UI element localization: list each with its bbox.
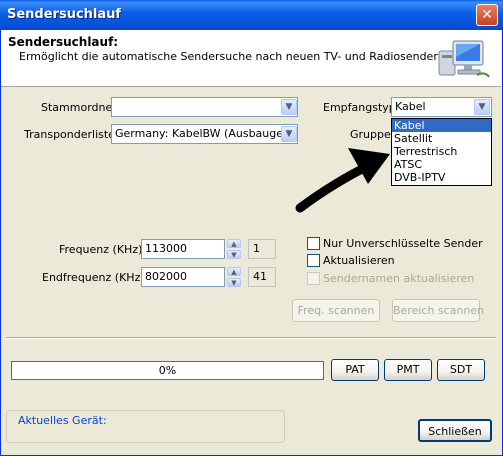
dropdown-option-atsc[interactable]: ATSC — [392, 158, 491, 171]
stammordner-dropdown-button[interactable]: ▼ — [281, 99, 297, 115]
close-button[interactable]: Schließen — [418, 419, 492, 442]
sendernamen-label: Sendernamen aktualisieren — [323, 272, 475, 285]
dropdown-option-satellit[interactable]: Satellit — [392, 132, 491, 145]
sdt-button[interactable]: SDT — [437, 359, 485, 381]
computer-network-icon — [438, 40, 490, 78]
frequenz-input[interactable]: 113000 — [141, 239, 225, 259]
spin-up-icon[interactable]: ▲ — [227, 239, 241, 248]
frequenz-spinner[interactable]: ▲ ▼ — [227, 239, 241, 259]
empfangstyp-label: Empfangstyp — [323, 101, 396, 114]
endfrequenz-label: Endfrequenz (KHz) — [42, 271, 145, 284]
transponder-combo[interactable]: Germany: KabelBW (Ausbaugebiet — [111, 124, 298, 144]
frequenz-index: 1 — [248, 239, 276, 259]
unverschluesselt-checkbox[interactable] — [307, 237, 320, 250]
spin-down-icon[interactable]: ▼ — [227, 278, 241, 287]
header-title: Sendersuchlauf: — [8, 35, 119, 49]
header-panel: Sendersuchlauf: Ermöglicht die automatis… — [1, 30, 501, 87]
separator — [6, 337, 496, 339]
aktualisieren-label: Aktualisieren — [323, 254, 395, 267]
progress-text: 0% — [158, 364, 177, 377]
empfangstyp-dropdown-button[interactable]: ▼ — [474, 99, 490, 115]
frequenz-label: Frequenz (KHz) — [59, 243, 143, 256]
dropdown-option-terrestrisch[interactable]: Terrestrisch — [392, 145, 491, 158]
unverschluesselt-label: Nur Unverschlüsselte Sender — [323, 237, 483, 250]
dropdown-option-dvb-iptv[interactable]: DVB-IPTV — [392, 171, 491, 184]
freq-scan-button[interactable]: Freq. scannen — [292, 299, 380, 322]
header-description: Ermöglicht die automatische Sendersuche … — [19, 50, 449, 63]
scan-progress-bar: 0% — [11, 361, 324, 380]
range-scan-button[interactable]: Bereich scannen — [392, 299, 484, 322]
frequenz-value: 113000 — [145, 242, 187, 255]
window-close-button[interactable]: ✕ — [476, 4, 498, 26]
annotation-arrow-icon — [295, 148, 390, 213]
dropdown-option-kabel[interactable]: Kabel — [392, 119, 491, 132]
current-device-label: Aktuelles Gerät: — [16, 414, 109, 427]
stammordner-combo[interactable] — [111, 97, 298, 117]
pat-button[interactable]: PAT — [331, 359, 379, 381]
window-title: Sendersuchlauf — [7, 7, 122, 22]
transponder-value: Germany: KabelBW (Ausbaugebiet — [115, 127, 298, 140]
aktualisieren-checkbox[interactable] — [307, 254, 320, 267]
endfrequenz-input[interactable]: 802000 — [141, 267, 225, 287]
endfrequenz-index: 41 — [248, 267, 276, 287]
transponder-label: Transponderliste — [24, 128, 115, 141]
title-bar[interactable]: Sendersuchlauf ✕ — [0, 0, 503, 30]
stammordner-label: Stammordner — [41, 101, 117, 114]
endfrequenz-spinner[interactable]: ▲ ▼ — [227, 267, 241, 287]
sendernamen-checkbox[interactable] — [307, 272, 320, 285]
pmt-button[interactable]: PMT — [384, 359, 432, 381]
spin-down-icon[interactable]: ▼ — [227, 250, 241, 259]
spin-up-icon[interactable]: ▲ — [227, 267, 241, 276]
endfrequenz-value: 802000 — [145, 270, 187, 283]
empfangstyp-dropdown-list: Kabel Satellit Terrestrisch ATSC DVB-IPT… — [391, 118, 492, 186]
empfangstyp-value: Kabel — [395, 100, 426, 113]
